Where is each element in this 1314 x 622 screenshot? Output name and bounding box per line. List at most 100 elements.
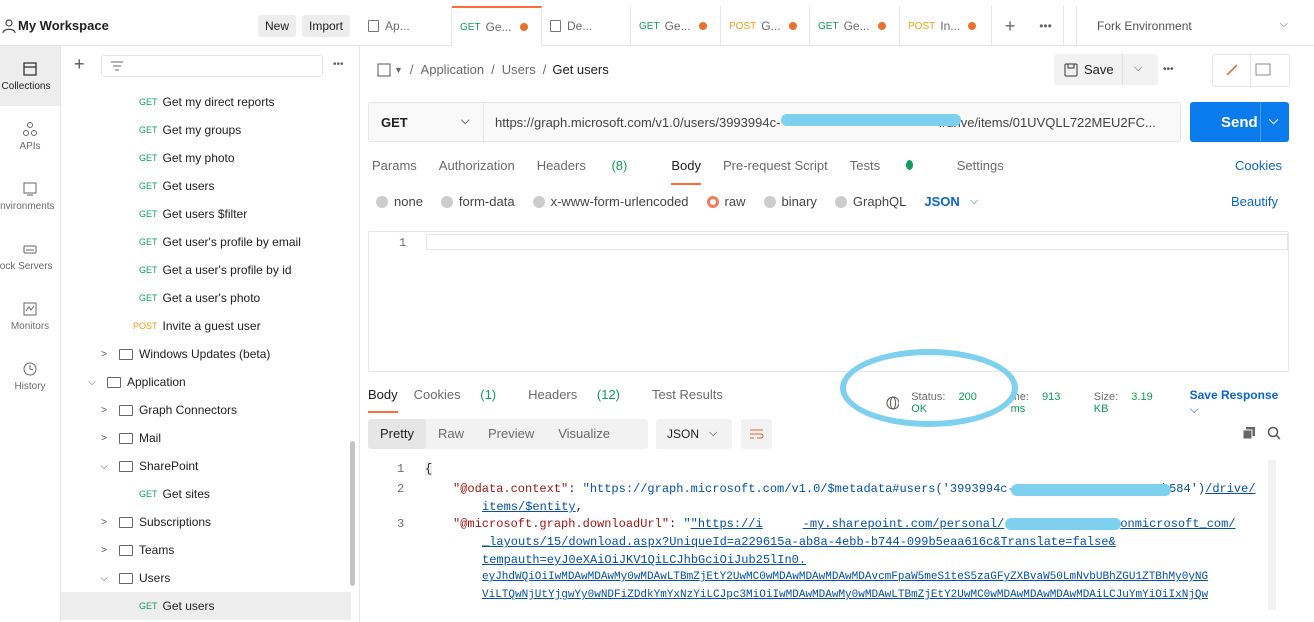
chevron-down-icon[interactable]: ⌵: [1269, 113, 1278, 128]
response-tab-body[interactable]: Body: [368, 387, 398, 413]
comments-icon[interactable]: [1255, 63, 1271, 80]
tab-5[interactable]: POST G...: [721, 6, 810, 46]
new-tab-plus-icon[interactable]: +: [992, 6, 1028, 46]
chevron-down-icon[interactable]: ⌵: [1134, 62, 1142, 75]
rail-monitors[interactable]: Monitors: [0, 286, 60, 346]
tree-folder[interactable]: > Mail: [61, 424, 351, 452]
radio-none[interactable]: none: [376, 194, 423, 209]
radio-graphql[interactable]: GraphQL: [834, 194, 906, 209]
user-icon: [2, 18, 16, 33]
tree-folder[interactable]: > Teams: [61, 536, 351, 564]
more-options-icon[interactable]: •••: [333, 59, 344, 70]
tree-request[interactable]: GET Get users: [61, 172, 351, 200]
radio-binary[interactable]: binary: [763, 194, 817, 209]
tree-request[interactable]: POST Invite a guest user: [61, 312, 351, 340]
tree-request[interactable]: GET Get a user's photo: [61, 284, 351, 312]
tree-request[interactable]: GET Get my groups: [61, 116, 351, 144]
tab-3[interactable]: De...: [542, 6, 631, 46]
tree-request[interactable]: GET Get user's profile by email: [61, 228, 351, 256]
response-tab-cookies[interactable]: Cookies (1): [414, 387, 512, 413]
collection-tree: GET Get my direct reports GET Get my group…: [61, 88, 351, 620]
new-button[interactable]: New: [258, 15, 297, 37]
response-scrollbar[interactable]: [1268, 460, 1276, 610]
tree-folder[interactable]: ⌵ SharePoint: [61, 452, 351, 480]
tree-folder[interactable]: ⌵ Users: [61, 564, 351, 592]
save-response-button[interactable]: Save Response ⌵: [1190, 388, 1304, 417]
copy-icon[interactable]: [1242, 426, 1256, 440]
workspace-title[interactable]: My Workspace: [18, 18, 109, 33]
sidebar-scrollbar[interactable]: [350, 441, 355, 586]
view-preview[interactable]: Preview: [476, 419, 546, 449]
radio-raw[interactable]: raw: [706, 194, 746, 209]
tree-request[interactable]: GET Get a user's profile by id: [61, 256, 351, 284]
rail-history[interactable]: History: [0, 346, 60, 406]
tab-pre-request[interactable]: Pre-request Script: [723, 158, 828, 185]
rail-collections[interactable]: Collections: [0, 46, 60, 106]
language-select[interactable]: JSON ⌵: [924, 194, 978, 209]
filter-input[interactable]: [101, 55, 323, 77]
folder-icon: [119, 432, 133, 444]
more-tabs-icon[interactable]: •••: [1028, 6, 1064, 46]
tab-7[interactable]: POST In...: [900, 6, 992, 46]
redaction-scribble: [1005, 518, 1121, 530]
tab-4[interactable]: GET Ge...: [631, 6, 721, 46]
tab-tests[interactable]: Tests: [850, 158, 935, 185]
edit-pencil-icon[interactable]: [1213, 55, 1251, 86]
chevron-right-icon: >: [101, 348, 107, 360]
tree-request[interactable]: GET Get sites: [61, 480, 351, 508]
chevron-down-icon[interactable]: ▼: [394, 65, 403, 75]
search-icon[interactable]: [1267, 426, 1281, 440]
tests-status-dot-icon: [905, 160, 913, 170]
tab-1[interactable]: Ap...: [360, 6, 452, 46]
tab-6[interactable]: GET Ge...: [810, 6, 900, 46]
import-button[interactable]: Import: [302, 15, 351, 37]
tab-headers[interactable]: Headers (8): [537, 158, 650, 185]
beautify-link[interactable]: Beautify: [1231, 194, 1278, 209]
environment-select[interactable]: Fork Environment ⌵: [1076, 6, 1314, 46]
wrap-lines-button[interactable]: [741, 419, 772, 449]
response-body[interactable]: 1 { 2 "@odata.context": "https://graph.m…: [361, 460, 1276, 610]
view-visualize[interactable]: Visualize: [546, 419, 622, 449]
tree-folder[interactable]: ⌵ Application: [61, 368, 351, 396]
radio-urlencoded[interactable]: x-www-form-urlencoded: [532, 194, 689, 209]
folder-icon: [119, 460, 133, 472]
tree-request[interactable]: GET Get my direct reports: [61, 88, 351, 116]
tab-authorization[interactable]: Authorization: [439, 158, 515, 185]
rail-apis[interactable]: APIs: [0, 106, 60, 166]
breadcrumb: ▼ / Application / Users / Get users: [377, 62, 609, 77]
breadcrumb-application[interactable]: Application: [421, 62, 485, 77]
redaction-scribble: [781, 114, 961, 126]
tab-2-active[interactable]: GET Ge...: [452, 6, 542, 46]
chevron-down-icon: ⌵: [88, 376, 96, 388]
radio-form-data[interactable]: form-data: [440, 194, 515, 209]
response-tab-headers[interactable]: Headers (12): [528, 387, 636, 413]
view-raw[interactable]: Raw: [426, 419, 476, 449]
rail-mock-servers[interactable]: Mock Servers: [0, 226, 60, 286]
tree-request-selected[interactable]: GET Get users: [61, 592, 351, 620]
request-name[interactable]: Get users: [552, 62, 608, 77]
unsaved-dot-icon: [968, 22, 977, 30]
method-select[interactable]: GET ⌵: [369, 103, 484, 141]
more-options-icon[interactable]: •••: [1163, 64, 1174, 75]
redaction-scribble: [1011, 484, 1171, 496]
tab-params[interactable]: Params: [372, 158, 417, 185]
tree-folder[interactable]: > Windows Updates (beta): [61, 340, 351, 368]
tree-folder[interactable]: > Graph Connectors: [61, 396, 351, 424]
tree-folder[interactable]: > Subscriptions: [61, 508, 351, 536]
breadcrumb-users[interactable]: Users: [502, 62, 536, 77]
tree-request[interactable]: GET Get my photo: [61, 144, 351, 172]
view-pretty[interactable]: Pretty: [368, 419, 426, 449]
send-button[interactable]: Send ⌵: [1190, 102, 1289, 142]
tab-body[interactable]: Body: [671, 158, 701, 185]
cookies-link[interactable]: Cookies: [1235, 158, 1282, 173]
save-button[interactable]: Save ⌵: [1054, 54, 1158, 85]
tree-request[interactable]: GET Get users $filter: [61, 200, 351, 228]
chevron-down-icon: ⌵: [969, 195, 979, 207]
tab-settings[interactable]: Settings: [957, 158, 1004, 185]
request-body-editor[interactable]: 1: [368, 231, 1289, 372]
add-collection-plus-icon[interactable]: +: [74, 54, 85, 75]
response-format-select[interactable]: JSON ⌵: [656, 419, 732, 449]
rail-environments[interactable]: Environments: [0, 166, 60, 226]
response-view-tabs: Pretty Raw Preview Visualize: [368, 419, 648, 449]
response-tab-tests[interactable]: Test Results: [652, 387, 723, 413]
